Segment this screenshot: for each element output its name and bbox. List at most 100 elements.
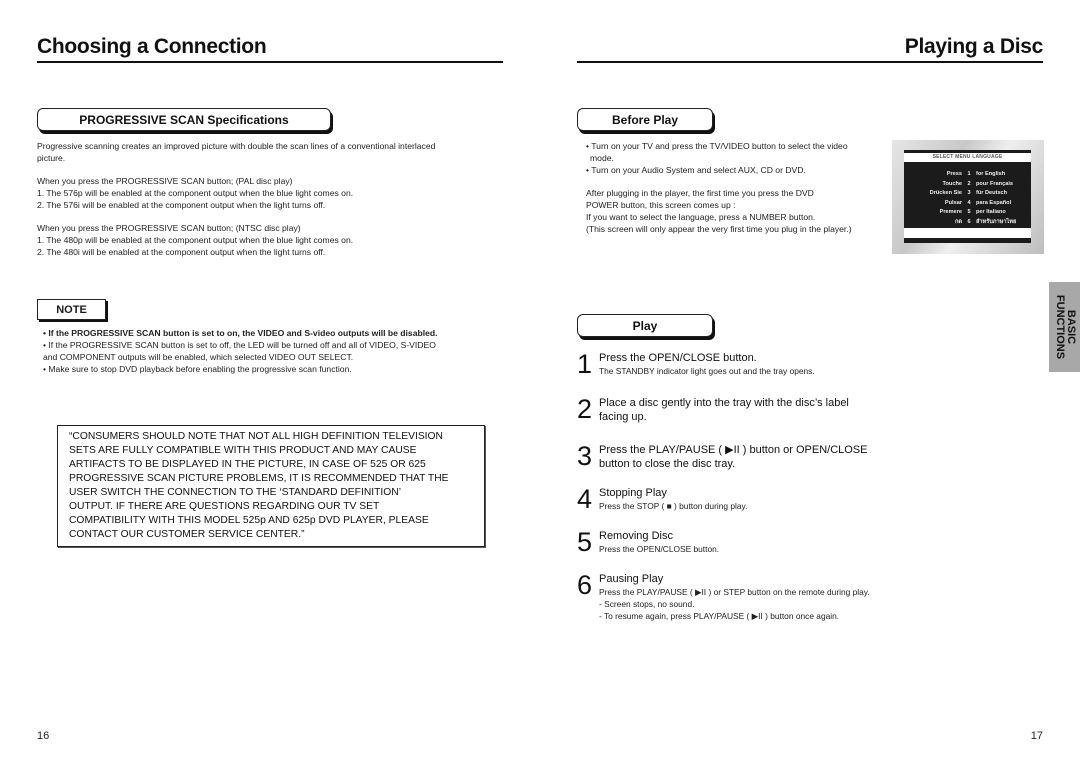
step-body: Place a disc gently into the tray with t…: [599, 396, 849, 424]
step-detail: Press the OPEN/CLOSE button.: [599, 544, 720, 554]
step-detail: - Screen stops, no sound.: [599, 599, 695, 609]
step-body: Pausing Play Press the PLAY/PAUSE ( ▶II )…: [599, 572, 870, 622]
caution-line: USER SWITCH THE CONNECTION TO THE ‘STAND…: [69, 487, 401, 498]
play-step: 2 Place a disc gently into the tray with …: [577, 396, 849, 424]
tv-screen-footer-bar: [904, 228, 1031, 238]
step-heading-continued: facing up.: [599, 411, 647, 423]
note-line: • Make sure to stop DVD playback before …: [43, 364, 352, 374]
step-body: Stopping Play Press the STOP ( ■ ) button…: [599, 486, 747, 512]
side-tab-line: BASIC: [1064, 309, 1077, 345]
page-title-left: Choosing a Connection: [37, 35, 267, 58]
tv-language-num: 5: [967, 209, 971, 215]
play-step: 4 Stopping Play Press the STOP ( ■ ) butto…: [577, 484, 747, 514]
caution-line: COMPATIBILITY WITH THIS MODEL 525p AND 6…: [69, 515, 429, 526]
tv-language-lang: pour Français: [976, 180, 1013, 187]
tv-language-num: 2: [967, 180, 971, 187]
before-play-bullet: mode.: [590, 153, 614, 163]
page-number-right: 17: [1030, 730, 1043, 742]
play-step: 5 Removing Disc Press the OPEN/CLOSE butto…: [577, 527, 719, 557]
note-bold-line: • If the PROGRESSIVE SCAN button is set …: [43, 328, 438, 338]
caution-line: OUTPUT. IF THERE ARE QUESTIONS REGARDING…: [69, 501, 380, 512]
tv-language-word: Touche: [942, 180, 962, 187]
step-heading: Press the PLAY/PAUSE ( ▶II ) button or O…: [599, 444, 868, 456]
step-heading: Place a disc gently into the tray with t…: [599, 397, 849, 409]
play-step: 1 Press the OPEN/CLOSE button. The STANDBY…: [577, 351, 815, 378]
section-header-label: Before Play: [611, 112, 679, 127]
section-header-play: Play: [577, 314, 713, 337]
before-play-line: (This screen will only appear the very f…: [586, 224, 852, 234]
side-tab-label: BASIC FUNCTIONS: [1054, 295, 1077, 359]
step-number: 5: [577, 527, 593, 557]
ntsc-heading: When you press the PROGRESSIVE SCAN butt…: [37, 223, 301, 233]
page-title-right: Playing a Disc: [904, 35, 1044, 58]
tv-language-lang: สำหรับภาษาไทย: [976, 218, 1017, 225]
tv-language-num: 3: [967, 190, 971, 196]
caution-line: ARTIFACTS TO BE DISPLAYED IN THE PICTURE…: [69, 459, 426, 470]
tv-language-num: 4: [967, 199, 971, 206]
tv-screen: SELECT MENU LANGUAGE Press 1 for English To…: [904, 150, 1031, 243]
step-body: Press the OPEN/CLOSE button. The STANDBY …: [599, 351, 815, 377]
step-heading: Removing Disc: [599, 530, 673, 542]
step-detail: The STANDBY indicator light goes out and…: [599, 366, 815, 376]
page-number-left: 16: [37, 730, 50, 742]
pal-heading: When you press the PROGRESSIVE SCAN butt…: [37, 176, 293, 186]
step-detail: - To resume again, press PLAY/PAUSE ( ▶I…: [599, 611, 840, 621]
caution-line: SETS ARE FULLY COMPATIBLE WITH THIS PROD…: [69, 445, 417, 456]
tv-language-lang: für Deutsch: [976, 190, 1008, 196]
step-heading-continued: button to close the disc tray.: [599, 458, 736, 470]
step-body: Removing Disc Press the OPEN/CLOSE button…: [599, 529, 719, 555]
step-number: 3: [577, 441, 593, 471]
ntsc-item: 1. The 480p will be enabled at the compo…: [37, 235, 354, 245]
step-number: 6: [577, 570, 593, 600]
tv-language-word: Drücken Sie: [929, 190, 962, 196]
tv-language-lang: for English: [976, 171, 1006, 177]
pal-item: 2. The 576i will be enabled at the compo…: [37, 200, 326, 210]
tv-language-word: Pulsar: [944, 199, 962, 206]
tv-language-num: 1: [967, 171, 971, 177]
consumer-caution-box: “CONSUMERS SHOULD NOTE THAT NOT ALL HIGH…: [57, 425, 485, 547]
tv-language-num: 6: [967, 218, 971, 225]
language-menu-screen-image: SELECT MENU LANGUAGE Press 1 for English To…: [892, 140, 1044, 254]
step-detail: Press the PLAY/PAUSE ( ▶II ) or STEP but…: [599, 587, 870, 597]
before-play-line: If you want to select the language, pres…: [586, 212, 816, 222]
section-header-progressive-scan: PROGRESSIVE SCAN Specifications: [37, 108, 331, 131]
step-heading: Press the OPEN/CLOSE button.: [599, 352, 757, 364]
section-header-label: PROGRESSIVE SCAN Specifications: [79, 112, 289, 127]
title-rule-left: [37, 61, 503, 63]
before-play-line: After plugging in the player, the first …: [586, 188, 814, 198]
tv-language-word: กด: [954, 218, 962, 225]
step-heading: Pausing Play: [599, 573, 664, 585]
tv-language-lang: per Italiano: [976, 209, 1006, 215]
before-play-text: • Turn on your TV and press the TV/VIDEO…: [586, 140, 886, 235]
tv-language-row: Press 1 for English: [904, 170, 1031, 180]
section-header-label: Play: [632, 318, 658, 333]
pal-item: 1. The 576p will be enabled at the compo…: [37, 188, 354, 198]
side-tab-basic-functions: BASIC FUNCTIONS: [1049, 282, 1080, 372]
tv-language-row: Pulsar 4 para Español: [904, 199, 1031, 209]
tv-language-word: Premere: [939, 209, 962, 215]
play-step: 6 Pausing Play Press the PLAY/PAUSE ( ▶II …: [577, 572, 870, 622]
tv-language-row: Touche 2 pour Français: [904, 180, 1031, 190]
note-line: and COMPONENT outputs will be enabled, w…: [43, 352, 354, 362]
tv-language-lang: para Español: [976, 199, 1012, 206]
caution-line: “CONSUMERS SHOULD NOTE THAT NOT ALL HIGH…: [69, 431, 443, 442]
step-number: 4: [577, 484, 593, 514]
intro-line: Progressive scanning creates an improved…: [37, 141, 436, 151]
ntsc-item: 2. The 480i will be enabled at the compo…: [37, 247, 326, 257]
note-label-text: NOTE: [56, 303, 87, 316]
progressive-scan-text: Progressive scanning creates an improved…: [37, 140, 487, 258]
tv-language-word: Press: [946, 171, 962, 177]
note-text: • If the PROGRESSIVE SCAN button is set …: [43, 327, 493, 375]
step-number: 2: [577, 394, 593, 424]
step-body: Press the PLAY/PAUSE ( ▶II ) button or O…: [599, 443, 868, 471]
step-detail: Press the STOP ( ■ ) button during play.: [599, 501, 748, 511]
caution-line: PROGRESSIVE SCAN PICTURE PROBLEMS, IT IS…: [69, 473, 449, 484]
before-play-bullet: • Turn on your Audio System and select A…: [586, 165, 806, 175]
step-heading: Stopping Play: [599, 487, 667, 499]
tv-language-row: Premere 5 per Italiano: [904, 208, 1031, 218]
play-step: 3 Press the PLAY/PAUSE ( ▶II ) button or …: [577, 443, 868, 471]
tv-screen-title: SELECT MENU LANGUAGE: [904, 153, 1031, 162]
note-line: • If the PROGRESSIVE SCAN button is set …: [43, 340, 436, 350]
note-label: NOTE: [37, 299, 106, 320]
before-play-bullet: • Turn on your TV and press the TV/VIDEO…: [586, 141, 848, 151]
